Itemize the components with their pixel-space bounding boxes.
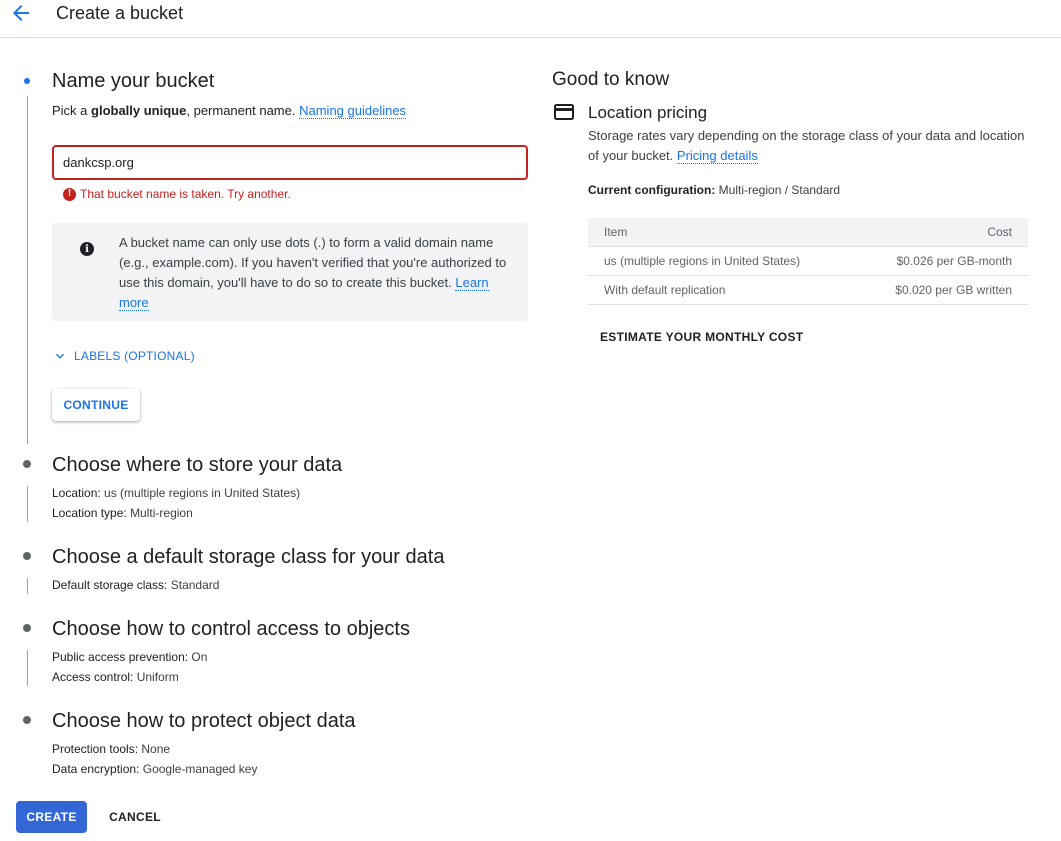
credit-card-icon (554, 104, 574, 120)
location-pricing-title: Location pricing (588, 103, 708, 122)
step-connector (27, 96, 28, 444)
table-cell-item: With default replication (588, 275, 855, 305)
continue-button[interactable]: CONTINUE (52, 389, 140, 421)
name-error: ! That bucket name is taken. Try another… (63, 187, 291, 201)
page-header: Create a bucket (0, 0, 1061, 38)
step-indicator (23, 624, 31, 632)
encryption-summary: Data encryption: Google-managed key (52, 762, 258, 776)
step-title-name: Name your bucket (52, 70, 215, 92)
location-pricing-desc: Storage rates vary depending on the stor… (588, 128, 1025, 164)
table-cell-cost: $0.020 per GB written (854, 275, 1028, 305)
table-row: us (multiple regions in United States) $… (588, 246, 1028, 276)
column-header-item: Item (588, 218, 855, 247)
chevron-down-icon (56, 353, 64, 359)
table-cell-item: us (multiple regions in United States) (588, 246, 855, 276)
protection-tools-summary: Protection tools: None (52, 742, 171, 756)
table-row: With default replication $0.020 per GB w… (588, 275, 1028, 305)
cancel-button[interactable]: CANCEL (100, 801, 170, 833)
step-title-location: Choose where to store your data (52, 454, 343, 476)
name-subtitle: Pick a globally unique, permanent name. … (52, 103, 407, 119)
step-connector (27, 650, 28, 686)
table-cell-cost: $0.026 per GB-month (854, 246, 1028, 276)
step-connector (27, 486, 28, 522)
create-button[interactable]: CREATE (16, 801, 87, 833)
step-indicator-active (24, 78, 30, 84)
error-text: That bucket name is taken. Try another. (80, 187, 291, 201)
step-indicator (23, 552, 31, 560)
pricing-table: Item Cost us (multiple regions in United… (588, 218, 1028, 305)
naming-guidelines-link[interactable]: Naming guidelines (299, 103, 407, 119)
error-icon: ! (63, 187, 76, 201)
back-button[interactable] (8, 1, 34, 25)
step-title-access: Choose how to control access to objects (52, 618, 410, 640)
location-summary: Location: us (multiple regions in United… (52, 486, 301, 500)
access-prevention-summary: Public access prevention: On (52, 650, 208, 664)
labels-toggle[interactable]: LABELS (OPTIONAL) (52, 348, 195, 364)
bucket-name-input[interactable] (52, 145, 528, 180)
estimate-cost-button[interactable]: ESTIMATE YOUR MONTHLY COST (588, 321, 810, 353)
location-type-summary: Location type: Multi-region (52, 506, 193, 520)
current-configuration: Current configuration: Multi-region / St… (588, 183, 841, 197)
page-title: Create a bucket (56, 3, 184, 23)
info-box: i A bucket name can only use dots (.) to… (52, 223, 528, 321)
info-text: A bucket name can only use dots (.) to f… (119, 235, 507, 311)
column-header-cost: Cost (854, 218, 1028, 247)
arrow-back-icon (13, 5, 29, 21)
info-icon: i (80, 242, 94, 256)
step-title-storage-class: Choose a default storage class for your … (52, 546, 445, 568)
step-title-protect: Choose how to protect object data (52, 710, 356, 732)
step-indicator (23, 460, 31, 468)
step-connector (27, 578, 28, 594)
storage-class-summary: Default storage class: Standard (52, 578, 220, 592)
good-to-know-title: Good to know (552, 69, 670, 90)
table-header-row: Item Cost (588, 218, 1028, 247)
access-control-summary: Access control: Uniform (52, 670, 179, 684)
pricing-details-link[interactable]: Pricing details (676, 148, 758, 164)
step-indicator (23, 716, 31, 724)
